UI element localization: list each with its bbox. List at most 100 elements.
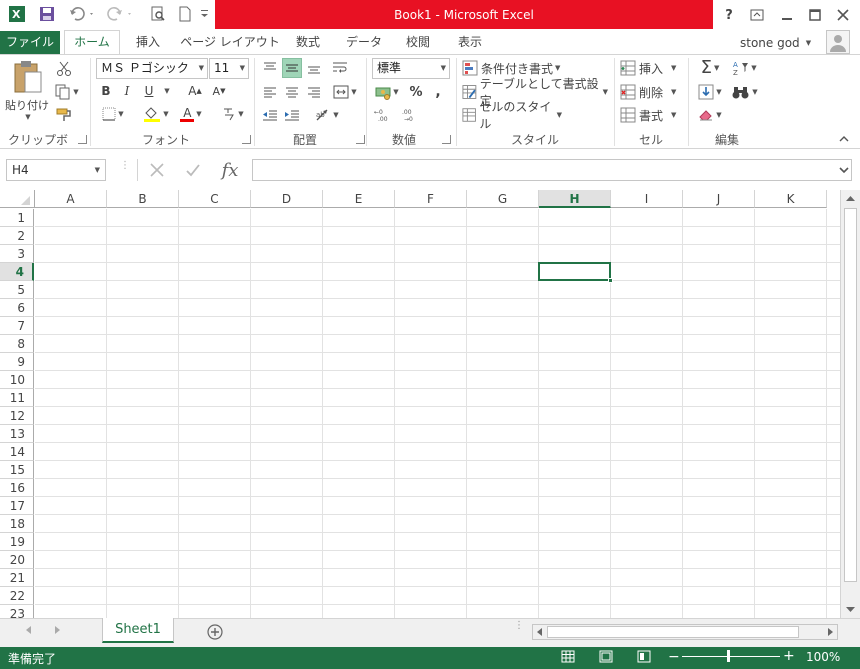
find-select-button[interactable]: ▼ [730, 82, 760, 102]
zoom-in-icon[interactable]: + [783, 649, 795, 663]
format-painter-icon[interactable] [54, 105, 74, 125]
row-header-18[interactable]: 18 [0, 515, 34, 533]
merge-center-button[interactable]: ▼ [330, 82, 360, 102]
row-header-15[interactable]: 15 [0, 461, 34, 479]
formula-input[interactable] [252, 159, 852, 181]
autosum-button[interactable]: Σ ▼ [694, 58, 726, 78]
number-format-select[interactable]: 標準 ▼ [372, 58, 450, 79]
row-header-20[interactable]: 20 [0, 551, 34, 569]
shrink-font-button[interactable]: A ▼ [208, 82, 230, 100]
cell-styles-button[interactable]: セルのスタイル ▼ [462, 100, 562, 131]
vertical-scroll-thumb[interactable] [844, 208, 857, 582]
zoom-level[interactable]: 100% [806, 650, 840, 664]
column-header-e[interactable]: E [323, 190, 395, 208]
format-cells-button[interactable]: 書式 ▼ [620, 105, 682, 125]
excel-logo-icon[interactable]: X [6, 3, 28, 25]
scroll-left-icon[interactable] [535, 627, 545, 637]
column-header-j[interactable]: J [683, 190, 755, 208]
insert-function-button[interactable]: fx [214, 159, 246, 181]
column-header-f[interactable]: F [395, 190, 467, 208]
tab-splitter-handle[interactable]: ⋮ [514, 621, 524, 638]
confirm-entry-icon[interactable] [180, 159, 206, 181]
row-header-5[interactable]: 5 [0, 281, 34, 299]
scroll-up-icon[interactable] [844, 193, 857, 205]
grow-font-button[interactable]: A ▲ [184, 82, 206, 100]
close-icon[interactable] [830, 4, 856, 26]
italic-button[interactable]: I [118, 82, 136, 100]
alignment-launcher-icon[interactable] [356, 135, 365, 144]
row-header-8[interactable]: 8 [0, 335, 34, 353]
row-header-23[interactable]: 23 [0, 605, 34, 618]
underline-dropdown[interactable]: ▼ [160, 82, 172, 100]
page-layout-view-icon[interactable] [599, 650, 615, 664]
font-launcher-icon[interactable] [242, 135, 251, 144]
comma-style-button[interactable]: , [430, 82, 446, 102]
column-header-d[interactable]: D [251, 190, 323, 208]
column-header-c[interactable]: C [179, 190, 251, 208]
tab-page-layout[interactable]: ページ レイアウト [180, 31, 280, 54]
row-header-1[interactable]: 1 [0, 209, 34, 227]
row-header-7[interactable]: 7 [0, 317, 34, 335]
copy-icon[interactable]: ▼ [54, 82, 80, 102]
help-icon[interactable]: ? [716, 4, 742, 26]
avatar[interactable] [826, 30, 850, 54]
select-all-corner[interactable] [0, 190, 35, 208]
active-cell[interactable] [538, 262, 613, 283]
row-header-13[interactable]: 13 [0, 425, 34, 443]
row-header-21[interactable]: 21 [0, 569, 34, 587]
bold-button[interactable]: B [97, 82, 115, 100]
column-header-i[interactable]: I [611, 190, 683, 208]
cut-icon[interactable] [54, 59, 74, 79]
row-header-17[interactable]: 17 [0, 497, 34, 515]
wrap-text-icon[interactable] [330, 58, 350, 78]
underline-button[interactable]: U [140, 82, 158, 100]
tab-home[interactable]: ホーム [64, 30, 120, 55]
redo-icon[interactable] [104, 3, 136, 25]
borders-button[interactable]: ▼ [97, 105, 129, 123]
align-center-icon[interactable] [282, 82, 302, 102]
row-header-6[interactable]: 6 [0, 299, 34, 317]
increase-indent-icon[interactable] [282, 105, 302, 125]
fill-handle[interactable] [608, 278, 613, 283]
phonetic-button[interactable]: ▼ [218, 105, 248, 123]
row-header-14[interactable]: 14 [0, 443, 34, 461]
tab-data[interactable]: データ [340, 31, 388, 54]
expand-formula-bar-icon[interactable] [838, 165, 850, 177]
tab-file[interactable]: ファイル [0, 31, 60, 54]
zoom-slider-track[interactable] [682, 656, 780, 657]
zoom-slider-thumb[interactable] [727, 650, 730, 662]
number-launcher-icon[interactable] [442, 135, 451, 144]
tab-review[interactable]: 校閲 [398, 31, 438, 54]
align-left-icon[interactable] [260, 82, 280, 102]
font-name-select[interactable]: ＭＳ Ｐゴシック ▼ [96, 58, 208, 79]
decrease-decimal-icon[interactable]: .00 →0 [398, 105, 422, 125]
row-header-16[interactable]: 16 [0, 479, 34, 497]
minimize-icon[interactable] [774, 4, 800, 26]
new-document-icon[interactable] [174, 3, 196, 25]
tab-view[interactable]: 表示 [450, 31, 490, 54]
save-icon[interactable] [36, 3, 58, 25]
font-size-select[interactable]: 11 ▼ [209, 58, 249, 79]
ribbon-display-icon[interactable] [744, 4, 770, 26]
prev-sheet-icon[interactable] [24, 625, 36, 637]
clear-button[interactable]: ▼ [694, 105, 726, 125]
column-header-g[interactable]: G [467, 190, 539, 208]
worksheet-grid[interactable]: ABCDEFGHIJK 1 2 3 4 5 6 7 8 9 10 11 12 13 14 15 16 17 18 1… [0, 190, 840, 618]
increase-decimal-icon[interactable]: ←0.00 [372, 105, 396, 125]
row-header-10[interactable]: 10 [0, 371, 34, 389]
row-header-12[interactable]: 12 [0, 407, 34, 425]
fill-color-button[interactable]: ▼ [140, 105, 172, 123]
fill-button[interactable]: ▼ [694, 82, 726, 102]
page-break-view-icon[interactable] [637, 650, 653, 664]
horizontal-scroll-thumb[interactable] [547, 626, 799, 638]
decrease-indent-icon[interactable] [260, 105, 280, 125]
customize-qat-icon[interactable] [198, 3, 212, 25]
horizontal-scrollbar[interactable] [532, 624, 838, 640]
normal-view-icon[interactable] [561, 650, 577, 664]
paste-button[interactable]: 貼り付け ▼ [4, 58, 50, 122]
name-box[interactable]: H4 ▼ [6, 159, 106, 181]
row-header-22[interactable]: 22 [0, 587, 34, 605]
sort-filter-button[interactable]: A Z ▼ [730, 58, 760, 78]
column-header-h[interactable]: H [539, 190, 611, 208]
new-sheet-icon[interactable] [206, 623, 224, 641]
